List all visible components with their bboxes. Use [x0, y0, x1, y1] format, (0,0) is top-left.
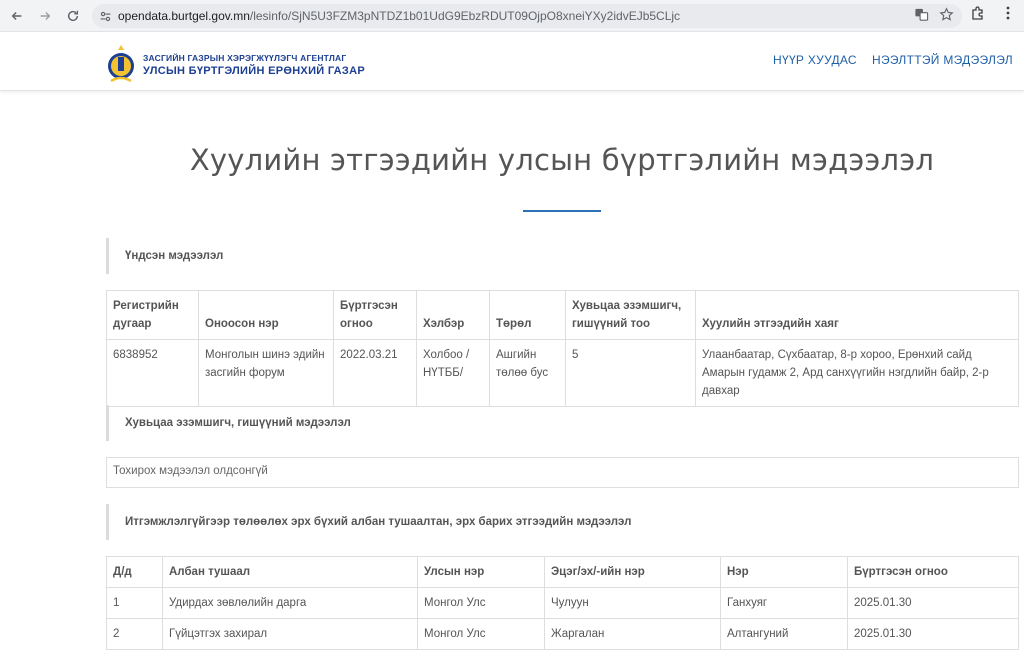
column-header: Бүртгэсэн огноо [333, 290, 417, 340]
column-header: Албан тушаал [162, 556, 418, 588]
column-header: Улсын нэр [417, 556, 545, 588]
url-host: opendata.burtgel.gov.mn [118, 9, 250, 23]
table-cell: 1 [106, 587, 163, 619]
column-header: Регистрийн дугаар [106, 290, 199, 340]
table-cell: Монгол Улс [417, 618, 545, 650]
state-emblem-logo[interactable] [106, 41, 136, 85]
table-cell: 6838952 [106, 339, 199, 407]
site-header: ЗАСГИЙН ГАЗРЫН ХЭРЭГЖҮҮЛЭГЧ АГЕНТЛАГ УЛС… [0, 33, 1024, 91]
back-icon[interactable] [4, 3, 30, 29]
reload-icon[interactable] [60, 3, 86, 29]
section-shareholders-heading: Хувьцаа эзэмшигч, гишүүний мэдээлэл [106, 405, 351, 441]
column-header: Төрөл [489, 290, 566, 340]
table-cell: Гүйцэтгэх захирал [162, 618, 418, 650]
table-cell: Алтангуний [720, 618, 848, 650]
agency-subtitle: ЗАСГИЙН ГАЗРЫН ХЭРЭГЖҮҮЛЭГЧ АГЕНТЛАГ [143, 53, 347, 63]
url-path: /lesinfo/SjN5U3FZM3pNTDZ1b01UdG9EbzRDUT0… [249, 9, 681, 23]
table-cell: Жаргалан [544, 618, 721, 650]
section-officials-heading: Итгэмжлэлгүйгээр төлөөлөх эрх бүхий алба… [106, 504, 631, 540]
column-header: Нэр [720, 556, 848, 588]
page-title: Хуулийн этгээдийн улсын бүртгэлийн мэдээ… [189, 143, 935, 177]
basic-info-table: Регистрийн дугаар Оноосон нэр Бүртгэсэн … [106, 290, 1019, 407]
table-row: 6838952 Монголын шинэ эдийн засгийн фору… [106, 339, 1019, 407]
forward-icon[interactable] [32, 3, 58, 29]
table-cell: 2025.01.30 [847, 587, 1019, 619]
table-cell: Ганхуяг [720, 587, 848, 619]
column-header: Д/д [106, 556, 163, 588]
table-cell: Чулуун [544, 587, 721, 619]
nav-open-data-link[interactable]: НЭЭЛТТЭЙ МЭДЭЭЛЭЛ [872, 53, 1013, 67]
officials-table: Д/д Албан тушаал Улсын нэр Эцэг/эх/-ийн … [106, 556, 1019, 650]
site-settings-icon[interactable] [92, 10, 118, 23]
translate-icon[interactable] [914, 7, 929, 27]
agency-name: УЛСЫН БҮРТГЭЛИЙН ЕРӨНХИЙ ГАЗАР [143, 65, 366, 77]
table-cell: 2025.01.30 [847, 618, 1019, 650]
table-cell: Монгол Улс [417, 587, 545, 619]
empty-result-message: Тохирох мэдээлэл олдсонгүй [106, 457, 1019, 488]
title-divider [523, 210, 601, 212]
menu-icon[interactable] [1000, 5, 1016, 26]
table-cell: Монголын шинэ эдийн засгийн форум [198, 339, 334, 407]
table-cell: 2022.03.21 [333, 339, 417, 407]
table-row: 2 Гүйцэтгэх захирал Монгол Улс Жаргалан … [106, 618, 1019, 650]
table-row: 1 Удирдах зөвлөлийн дарга Монгол Улс Чул… [106, 587, 1019, 619]
table-cell: Ашгийн төлөө бус [489, 339, 566, 407]
column-header: Эцэг/эх/-ийн нэр [544, 556, 721, 588]
column-header: Хувьцаа эзэмшигч, гишүүний тоо [565, 290, 696, 340]
table-header-row: Регистрийн дугаар Оноосон нэр Бүртгэсэн … [106, 290, 1019, 340]
column-header: Оноосон нэр [198, 290, 334, 340]
table-cell: Холбоо / НҮТББ/ [416, 339, 490, 407]
nav-home-link[interactable]: НҮҮР ХУУДАС [773, 53, 857, 67]
browser-toolbar: opendata.burtgel.gov.mn/lesinfo/SjN5U3FZ… [0, 0, 1024, 32]
table-cell: Улаанбаатар, Сүхбаатар, 8-р хороо, Ерөнх… [695, 339, 1019, 407]
section-basic-heading: Үндсэн мэдээлэл [106, 238, 223, 274]
table-cell: 5 [565, 339, 696, 407]
bookmark-star-icon[interactable] [939, 7, 954, 27]
column-header: Хэлбэр [416, 290, 490, 340]
extensions-icon[interactable] [970, 5, 986, 26]
table-cell: 2 [106, 618, 163, 650]
column-header: Хуулийн этгээдийн хаяг [695, 290, 1019, 340]
table-header-row: Д/д Албан тушаал Улсын нэр Эцэг/эх/-ийн … [106, 556, 1019, 588]
address-bar[interactable]: opendata.burtgel.gov.mn/lesinfo/SjN5U3FZ… [92, 4, 962, 28]
table-cell: Удирдах зөвлөлийн дарга [162, 587, 418, 619]
column-header: Бүртгэсэн огноо [847, 556, 1019, 588]
